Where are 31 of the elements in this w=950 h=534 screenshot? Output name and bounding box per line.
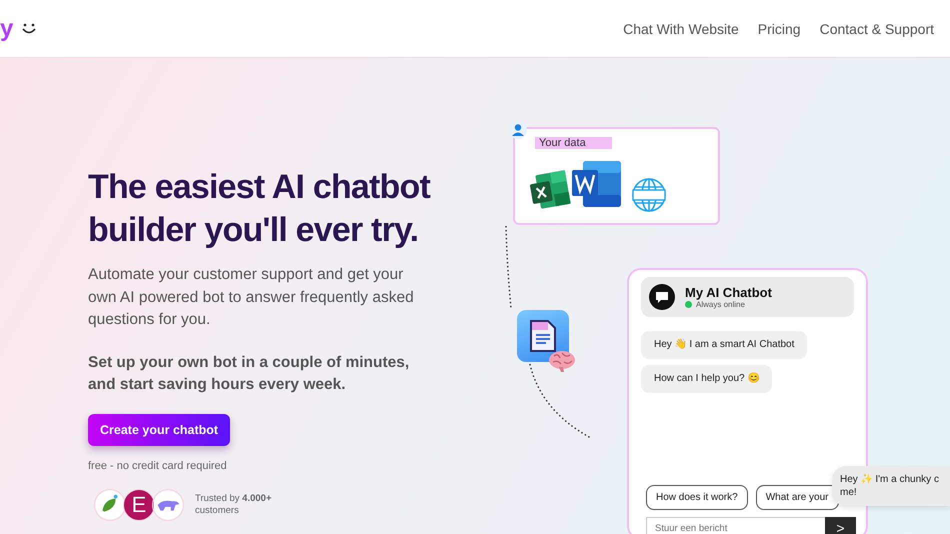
hero-highlight: Set up your own bot in a couple of minutes, and start saving hours every week.: [88, 352, 410, 395]
data-label: Your data: [535, 137, 612, 149]
smile-icon: [21, 22, 38, 34]
document-app-icon: [517, 310, 569, 362]
create-chatbot-button[interactable]: Create your chatbot: [88, 414, 230, 446]
customer-logo-letter: E: [123, 488, 155, 520]
person-icon: [509, 121, 527, 139]
chat-message: How can I help you? 😊: [641, 365, 772, 393]
nav-link[interactable]: Contact & Support: [820, 20, 934, 36]
globe-icon: [629, 177, 669, 213]
chat-bubble-icon: [649, 284, 675, 310]
hero-intro: Automate your customer support and get your own AI powered bot to answer frequently asked questions for you.: [88, 265, 415, 330]
nav-link[interactable]: Chat With Website: [623, 20, 739, 36]
cta-note: free - no credit card required: [88, 460, 228, 472]
nav-link[interactable]: Pricing: [758, 20, 801, 36]
suggestion-chip[interactable]: How does it work?: [646, 485, 748, 510]
send-button[interactable]: >: [825, 517, 856, 534]
document-icon: [571, 160, 623, 208]
trusted-text: Trusted by 4.000+ customers: [195, 492, 272, 516]
animal-logo-icon: [152, 488, 184, 520]
leaf-logo-icon: [94, 488, 126, 520]
chatbot-name: My AI Chatbot: [685, 285, 772, 300]
chatbot-status: Always online: [696, 300, 745, 309]
logo-text[interactable]: y: [0, 14, 14, 42]
message-input[interactable]: Stuur een bericht: [646, 517, 825, 534]
chat-popup-bubble: Hey ✨ I'm a chunky c me!: [832, 466, 950, 506]
brain-icon: [548, 350, 576, 372]
suggestion-chip[interactable]: What are your: [756, 485, 839, 510]
hero-title: The easiest AI chatbot builder you'll ever try.: [88, 167, 432, 251]
chat-message: Hey 👋 I am a smart AI Chatbot: [641, 331, 808, 359]
spreadsheet-icon: [528, 169, 572, 211]
